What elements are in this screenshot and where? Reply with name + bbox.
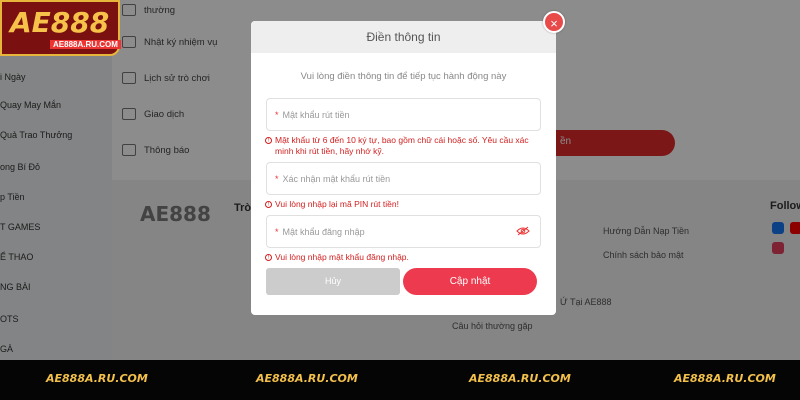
- error-icon: !: [265, 137, 272, 144]
- dialog-title: Điền thông tin: [251, 21, 556, 53]
- login-password-field[interactable]: *: [266, 215, 541, 248]
- withdraw-password-error: ! Mật khẩu từ 6 đến 10 ký tự, bao gồm ch…: [265, 135, 540, 157]
- confirm-withdraw-password-input[interactable]: [282, 173, 513, 184]
- site-logo[interactable]: AE888 AE888A.RU.COM: [0, 0, 121, 56]
- error-text: Mật khẩu từ 6 đến 10 ký tự, bao gồm chữ …: [275, 135, 529, 156]
- login-password-input[interactable]: [282, 226, 513, 237]
- error-text: Vui lòng nhập mật khẩu đăng nhập.: [275, 252, 409, 262]
- error-icon: !: [265, 254, 272, 261]
- error-text: Vui lòng nhập lại mã PIN rút tiền!: [275, 199, 399, 209]
- bottom-banner: AE888A.RU.COM AE888A.RU.COM AE888A.RU.CO…: [0, 360, 800, 400]
- logo-domain: AE888A.RU.COM: [50, 40, 121, 49]
- banner-domain: AE888A.RU.COM: [256, 372, 358, 385]
- error-icon: !: [265, 201, 272, 208]
- confirm-withdraw-password-field[interactable]: *: [266, 162, 541, 195]
- banner-domain: AE888A.RU.COM: [46, 372, 148, 385]
- withdraw-password-field[interactable]: *: [266, 98, 541, 131]
- required-mark: *: [275, 109, 279, 120]
- banner-domain: AE888A.RU.COM: [674, 372, 776, 385]
- cancel-button[interactable]: Hủy: [266, 268, 400, 295]
- update-button[interactable]: Cập nhật: [403, 268, 537, 295]
- required-mark: *: [275, 226, 279, 237]
- required-mark: *: [275, 173, 279, 184]
- close-icon[interactable]: ×: [543, 11, 565, 33]
- withdraw-password-input[interactable]: [282, 109, 513, 120]
- dialog-subtitle: Vui lòng điền thông tin để tiếp tục hành…: [300, 71, 507, 82]
- login-password-error: ! Vui lòng nhập mật khẩu đăng nhập.: [265, 252, 409, 263]
- fill-info-dialog: Điền thông tin × Vui lòng điền thông tin…: [251, 11, 565, 315]
- eye-off-icon[interactable]: [516, 226, 530, 236]
- confirm-withdraw-password-error: ! Vui lòng nhập lại mã PIN rút tiền!: [265, 199, 399, 210]
- banner-domain: AE888A.RU.COM: [469, 372, 571, 385]
- logo-text: AE888: [10, 6, 110, 39]
